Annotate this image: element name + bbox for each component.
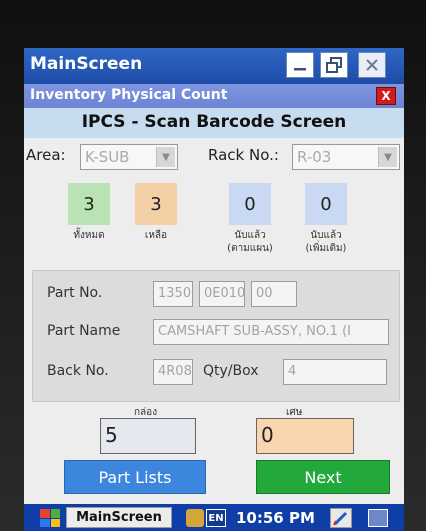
part-no-label: Part No. [47, 285, 103, 301]
part-no-field-2[interactable]: 0E010 [199, 281, 245, 307]
qty-box-label: Qty/Box [203, 363, 259, 379]
window-titlebar: MainScreen [24, 48, 404, 84]
box-count-input[interactable]: 5 [100, 418, 196, 454]
part-name-label: Part Name [47, 323, 121, 339]
page-title: IPCS - Scan Barcode Screen [81, 112, 347, 132]
device-frame: MainScreen Inventory Physical Count X IP… [0, 0, 426, 531]
minimize-button[interactable] [286, 52, 314, 78]
chevron-down-icon: ▼ [156, 147, 175, 167]
counted-extra-count: 0 [305, 183, 347, 225]
rack-label: Rack No.: [208, 146, 279, 164]
app-close-button[interactable]: X [376, 87, 396, 105]
remaining-count: 3 [135, 183, 177, 225]
minimize-icon [294, 68, 306, 71]
back-no-field[interactable]: 4R08 [153, 359, 193, 385]
remainder-input[interactable]: 0 [256, 418, 354, 454]
window-close-button[interactable] [358, 52, 386, 78]
next-button[interactable]: Next [256, 460, 390, 494]
maximize-button[interactable] [320, 52, 348, 78]
area-label: Area: [26, 146, 66, 164]
back-no-label: Back No. [47, 363, 109, 379]
part-no-field-1[interactable]: 13501 [153, 281, 193, 307]
total-count: 3 [68, 183, 110, 225]
taskbar-app-button[interactable]: MainScreen [66, 507, 172, 528]
counted-planned-count: 0 [229, 183, 271, 225]
rack-value: R-03 [297, 148, 332, 166]
app-screen: MainScreen Inventory Physical Count X IP… [24, 48, 404, 531]
restore-icon [326, 57, 342, 73]
connection-icon[interactable] [186, 509, 204, 527]
remaining-label: เหลือ [144, 230, 168, 241]
window-title: MainScreen [30, 54, 143, 74]
qty-box-field[interactable]: 4 [283, 359, 387, 385]
part-lists-button[interactable]: Part Lists [64, 460, 206, 494]
area-select[interactable]: K-SUB ▼ [80, 144, 178, 170]
app-subtitle-bar: Inventory Physical Count X [24, 84, 404, 108]
close-icon [366, 59, 378, 71]
counted-planned-label: นับแล้ว (ตามแผน) [227, 230, 273, 254]
app-subtitle: Inventory Physical Count [30, 87, 228, 103]
pen-input-icon[interactable] [330, 508, 352, 528]
part-name-field[interactable]: CAMSHAFT SUB-ASSY, NO.1 (I [153, 319, 389, 345]
part-no-field-3[interactable]: 00 [251, 281, 297, 307]
start-windows-icon[interactable] [40, 509, 60, 527]
clock: 10:56 PM [236, 509, 315, 527]
screen-header: IPCS - Scan Barcode Screen [24, 108, 404, 138]
rack-select[interactable]: R-03 ▼ [292, 144, 400, 170]
windows-switch-icon[interactable] [368, 509, 388, 527]
counted-extra-label: นับแล้ว (เพิ่มเติม) [305, 230, 347, 254]
language-indicator[interactable]: EN [206, 509, 226, 527]
close-icon: X [381, 89, 391, 103]
area-value: K-SUB [85, 148, 130, 166]
part-info-panel: Part No. 13501 0E010 00 Part Name CAMSHA… [32, 270, 400, 402]
taskbar: MainScreen EN 10:56 PM [24, 504, 404, 531]
chevron-down-icon: ▼ [378, 147, 397, 167]
